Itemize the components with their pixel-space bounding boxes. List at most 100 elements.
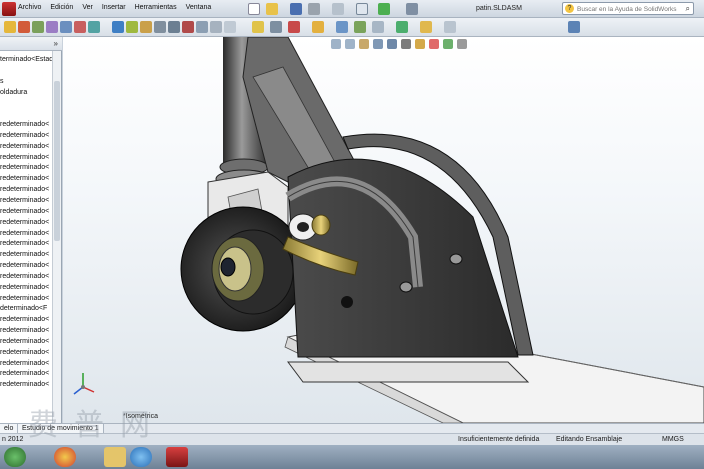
new-document-icon[interactable]	[248, 3, 260, 15]
sketch-tools-icon[interactable]	[252, 21, 264, 33]
zoom-to-fit-icon[interactable]	[331, 39, 341, 49]
circle-icon[interactable]	[288, 21, 300, 33]
clearance-icon[interactable]	[196, 21, 208, 33]
menu-ver[interactable]: Ver	[82, 4, 93, 11]
search-icon[interactable]: ⌕	[686, 4, 690, 14]
tree-item[interactable]: redeterminado<	[0, 283, 52, 294]
tree-item[interactable]: redeterminado<	[0, 326, 52, 337]
trim-icon[interactable]	[336, 21, 348, 33]
rebuild-icon[interactable]	[378, 3, 390, 15]
explorer-icon[interactable]	[104, 447, 126, 467]
tree-item[interactable]: redeterminado<	[0, 163, 52, 174]
tree-item[interactable]: oldadura	[0, 88, 52, 99]
watermark-text: 费普网	[28, 408, 166, 443]
scooter-model	[73, 37, 704, 423]
menu-edicion[interactable]: Edición	[50, 4, 73, 11]
instant3d-icon[interactable]	[224, 21, 236, 33]
tree-item[interactable]: redeterminado<	[0, 261, 52, 272]
tree-item[interactable]: redeterminado<	[0, 185, 52, 196]
interference-icon[interactable]	[182, 21, 194, 33]
expand-panel-icon[interactable]: »	[54, 39, 58, 48]
tree-item[interactable]: redeterminado<	[0, 120, 52, 131]
open-folder-icon[interactable]	[266, 3, 278, 15]
menu-herramientas[interactable]: Herramientas	[135, 4, 177, 11]
mate-icon[interactable]	[46, 21, 58, 33]
menu-bar: Archivo Edición Ver Insertar Herramienta…	[18, 4, 211, 11]
relations-icon[interactable]	[396, 21, 408, 33]
ie-icon[interactable]	[130, 447, 152, 467]
quick-snaps-icon[interactable]	[444, 21, 456, 33]
offset-icon[interactable]	[372, 21, 384, 33]
rectangle-icon[interactable]	[312, 21, 324, 33]
save-icon[interactable]	[290, 3, 302, 15]
apply-scene-icon[interactable]	[443, 39, 453, 49]
tree-item[interactable]: redeterminado<	[0, 218, 52, 229]
hole-alignment-icon[interactable]	[210, 21, 222, 33]
new-motion-study-icon[interactable]	[140, 21, 152, 33]
select-pointer-icon[interactable]	[356, 3, 368, 15]
repair-sketch-icon[interactable]	[420, 21, 432, 33]
tree-item[interactable]: redeterminado<	[0, 250, 52, 261]
tree-item[interactable]: redeterminado<	[0, 369, 52, 380]
tree-item[interactable]	[0, 109, 52, 120]
line-icon[interactable]	[270, 21, 282, 33]
exploded-view-icon[interactable]	[168, 21, 180, 33]
tree-item[interactable]: redeterminado<	[0, 315, 52, 326]
hide-show-items-icon[interactable]	[415, 39, 425, 49]
section-view-icon[interactable]	[373, 39, 383, 49]
help-search-input[interactable]	[577, 4, 677, 14]
print-icon[interactable]	[308, 3, 320, 15]
sketch-icon[interactable]	[18, 21, 30, 33]
feature-tree-scrollbar[interactable]	[52, 51, 61, 423]
tree-item[interactable]: redeterminado<	[0, 229, 52, 240]
tree-item[interactable]: redeterminado<	[0, 153, 52, 164]
graphics-viewport[interactable]: *Isométrica	[63, 37, 704, 423]
scrollbar-thumb[interactable]	[54, 81, 60, 241]
linear-pattern-icon[interactable]	[60, 21, 72, 33]
solidworks-logo-icon[interactable]	[2, 2, 16, 16]
view-settings-icon[interactable]	[457, 39, 467, 49]
status-units[interactable]: MMGS	[662, 435, 684, 445]
tree-item[interactable]: s	[0, 77, 52, 88]
bill-of-materials-icon[interactable]	[154, 21, 166, 33]
browser-icon[interactable]	[54, 447, 76, 467]
show-hidden-icon[interactable]	[88, 21, 100, 33]
tree-item[interactable]: redeterminado<	[0, 294, 52, 305]
insert-component-icon[interactable]	[32, 21, 44, 33]
tree-item[interactable]: redeterminado<	[0, 239, 52, 250]
tree-item[interactable]	[0, 98, 52, 109]
tree-item[interactable]: redeterminado<	[0, 142, 52, 153]
reference-geometry-icon[interactable]	[126, 21, 138, 33]
tree-item[interactable]: redeterminado<	[0, 337, 52, 348]
move-component-icon[interactable]	[74, 21, 86, 33]
tree-item[interactable]: redeterminado<	[0, 380, 52, 391]
menu-insertar[interactable]: Insertar	[102, 4, 126, 11]
tree-item[interactable]: redeterminado<	[0, 359, 52, 370]
tree-item[interactable]: redeterminado<	[0, 131, 52, 142]
tree-item[interactable]: redeterminado<	[0, 207, 52, 218]
menu-archivo[interactable]: Archivo	[18, 4, 41, 11]
edit-appearance-icon[interactable]	[429, 39, 439, 49]
tree-item[interactable]: determinado<F	[0, 304, 52, 315]
display-style-icon[interactable]	[401, 39, 411, 49]
zoom-area-icon[interactable]	[345, 39, 355, 49]
options-icon[interactable]	[406, 3, 418, 15]
assembly-features-icon[interactable]	[112, 21, 124, 33]
tree-item[interactable]: redeterminado<	[0, 196, 52, 207]
start-icon[interactable]	[4, 447, 26, 467]
tree-item[interactable]: redeterminado<	[0, 174, 52, 185]
tree-item[interactable]: redeterminado<	[0, 272, 52, 283]
menu-ventana[interactable]: Ventana	[186, 4, 212, 11]
mirror-icon[interactable]	[354, 21, 366, 33]
rapid-sketch-icon[interactable]	[568, 21, 580, 33]
status-version: n 2012	[2, 436, 24, 443]
orientation-triad[interactable]	[73, 373, 95, 395]
tree-item[interactable]: redeterminado<	[0, 348, 52, 359]
solidworks-taskbar-icon[interactable]	[166, 447, 188, 467]
tree-item[interactable]	[0, 66, 52, 77]
previous-view-icon[interactable]	[359, 39, 369, 49]
tree-item[interactable]: terminado<Estado	[0, 55, 52, 66]
smart-dimension-icon[interactable]	[4, 21, 16, 33]
undo-icon[interactable]	[332, 3, 344, 15]
view-orientation-icon[interactable]	[387, 39, 397, 49]
